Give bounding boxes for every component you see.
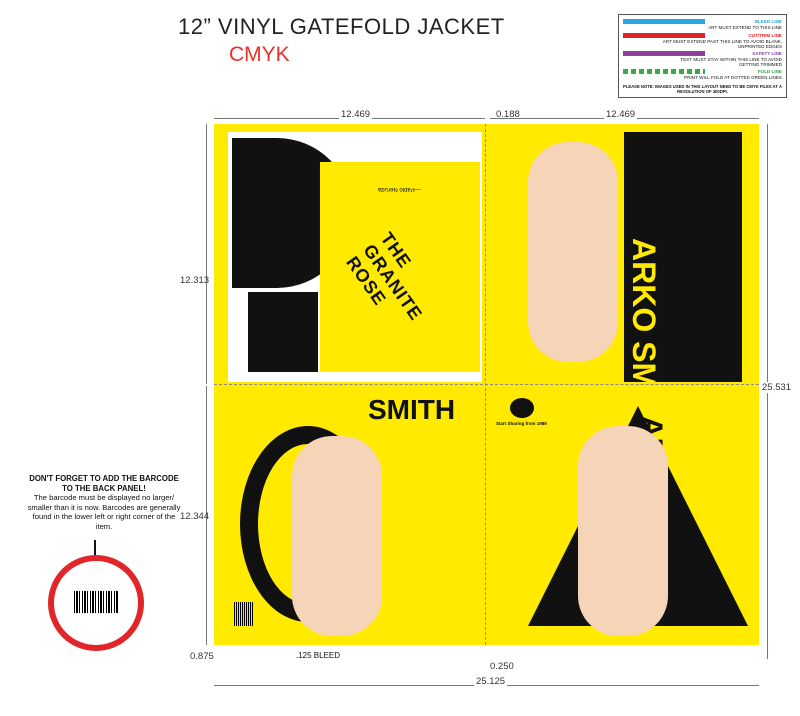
dim-top-right: 12.469 — [604, 109, 638, 120]
dim-line-left-upper — [206, 124, 207, 384]
safety-line-title: SAFETY LINE — [752, 51, 782, 56]
inner-left-panel: THE GRANITE ROSE —Pablo Neruda — [228, 132, 482, 382]
trim-line-desc: ART MUST EXTEND PAST THIS LINE TO AVOID … — [662, 39, 782, 49]
legend-note: PLEASE NOTE: IMAGES USED IN THIS LAYOUT … — [623, 84, 782, 94]
dim-bottom-total: 25.125 — [474, 676, 508, 687]
trim-line-swatch — [623, 33, 705, 38]
dim-right-total: 25.531 — [762, 382, 792, 393]
dim-top-left: 12.469 — [339, 109, 373, 120]
dim-left-lower: 12.344 — [180, 511, 210, 522]
dim-bottom-gap: 0.250 — [490, 661, 514, 672]
inner-right-panel: ARKO SMITH — [488, 132, 742, 441]
dim-left-upper: 12.313 — [180, 275, 210, 286]
barcode-warning-body: The barcode must be displayed no larger/… — [27, 493, 181, 531]
barcode-warning-heading: DON'T FORGET TO ADD THE BARCODE TO THE B… — [29, 474, 179, 493]
trim-line-title: CUT/TRIM LINE — [748, 33, 782, 38]
back-barcode — [234, 602, 254, 626]
figure-illustration — [528, 142, 618, 362]
bleed-line-swatch — [623, 19, 705, 24]
barcode-icon — [74, 591, 119, 613]
bleed-label: .125 BLEED — [296, 651, 341, 660]
bleed-line-title: BLEED LINE — [754, 19, 782, 24]
dim-bottom-bleed-left: 0.875 — [190, 651, 214, 662]
barcode-example — [48, 555, 144, 651]
jacket-layout: THE GRANITE ROSE —Pablo Neruda ARKO SMIT… — [214, 124, 759, 660]
back-smith-title: SMITH — [368, 394, 456, 425]
back-figure — [292, 436, 382, 636]
fold-line-title: FOLD LINE — [757, 69, 782, 74]
fold-line-swatch — [623, 69, 705, 74]
record-sleeve — [248, 292, 318, 372]
template-title: 12” VINYL GATEFOLD JACKET — [178, 14, 505, 39]
fold-line-desc: PRINT WILL FOLD AT DOTTED GREEN LINES — [684, 75, 782, 80]
barcode-warning: DON'T FORGET TO ADD THE BARCODE TO THE B… — [24, 474, 184, 531]
color-mode-label: CMYK — [229, 43, 290, 66]
bleed-line-desc: ART MUST EXTEND TO THIS LINE — [708, 25, 782, 30]
safety-line-swatch — [623, 51, 705, 56]
poem-credit: —Pablo Neruda — [378, 186, 421, 192]
back-panel: SMITH — [228, 386, 482, 636]
label-logo — [510, 398, 534, 418]
front-panel: Start Sharing from 1989 ARKO — [488, 386, 748, 636]
safety-line-desc: TEXT MUST STAY WITHIN THIS LINE TO AVOID… — [680, 57, 782, 67]
label-caption: Start Sharing from 1989 — [496, 421, 547, 426]
line-legend: BLEED LINE ART MUST EXTEND TO THIS LINE … — [618, 14, 787, 98]
horizontal-fold-line — [214, 384, 759, 385]
front-figure — [578, 426, 668, 636]
